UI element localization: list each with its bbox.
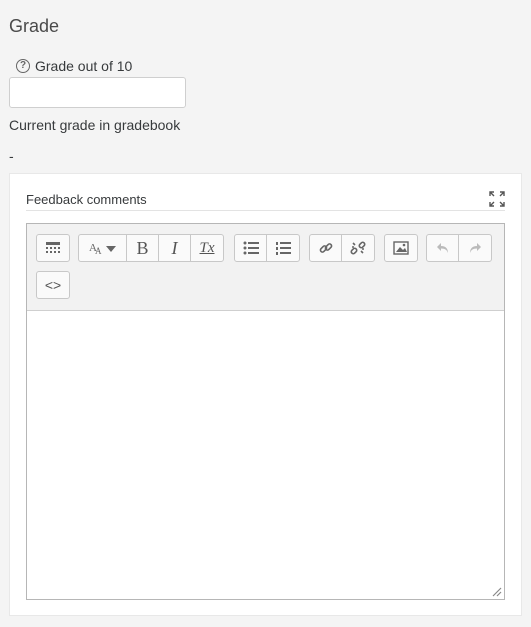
grade-label-row: ? Grade out of 10: [16, 58, 132, 74]
image-button[interactable]: [385, 235, 417, 261]
show-more-buttons-button[interactable]: [37, 235, 69, 261]
clear-formatting-icon: Tx: [199, 239, 215, 256]
toolbar-group-more: [36, 234, 70, 262]
toolbar-group-html: <>: [36, 271, 70, 299]
show-more-buttons-icon: [46, 242, 60, 253]
italic-button[interactable]: I: [159, 235, 191, 261]
redo-icon: [470, 243, 481, 253]
link-icon: [319, 243, 332, 253]
image-icon: [393, 241, 409, 255]
font-style-icon: A A: [89, 242, 116, 256]
ordered-list-icon: [276, 242, 291, 255]
font-style-button[interactable]: A A: [79, 235, 127, 261]
editor-content-area[interactable]: [27, 311, 504, 599]
italic-icon: I: [171, 237, 178, 258]
expand-icon[interactable]: [489, 191, 505, 207]
feedback-title: Feedback comments: [26, 192, 147, 207]
svg-text:A: A: [95, 246, 102, 256]
bold-icon: B: [136, 237, 149, 258]
unordered-list-button[interactable]: [235, 235, 267, 261]
toolbar-group-history: [426, 234, 492, 262]
html-button[interactable]: <>: [37, 272, 69, 298]
editor-toolbar: A A B I Tx <>: [27, 224, 504, 311]
undo-icon: [436, 243, 448, 253]
html-icon: <>: [44, 277, 62, 293]
grade-label: Grade out of 10: [35, 58, 133, 74]
feedback-panel: Feedback comments A A B I Tx <>: [9, 173, 522, 616]
section-title: Grade: [9, 16, 60, 36]
unlink-button[interactable]: [342, 235, 374, 261]
ordered-list-button[interactable]: [267, 235, 299, 261]
resize-handle-icon[interactable]: [490, 585, 502, 597]
grade-input[interactable]: [9, 77, 186, 108]
feedback-header: Feedback comments: [26, 190, 505, 211]
unlink-icon: [350, 241, 366, 255]
current-grade-value: -: [9, 148, 14, 164]
redo-button[interactable]: [459, 235, 491, 261]
toolbar-group-image: [384, 234, 418, 262]
link-button[interactable]: [310, 235, 342, 261]
help-icon[interactable]: ?: [16, 59, 30, 73]
toolbar-group-lists: [234, 234, 300, 262]
toolbar-group-format: A A B I Tx: [78, 234, 224, 262]
bold-button[interactable]: B: [127, 235, 159, 261]
current-grade-label: Current grade in gradebook: [9, 117, 181, 133]
unordered-list-icon: [243, 241, 259, 255]
toolbar-group-links: [309, 234, 375, 262]
rich-text-editor: A A B I Tx <>: [26, 223, 505, 600]
clear-formatting-button[interactable]: Tx: [191, 235, 223, 261]
undo-button[interactable]: [427, 235, 459, 261]
